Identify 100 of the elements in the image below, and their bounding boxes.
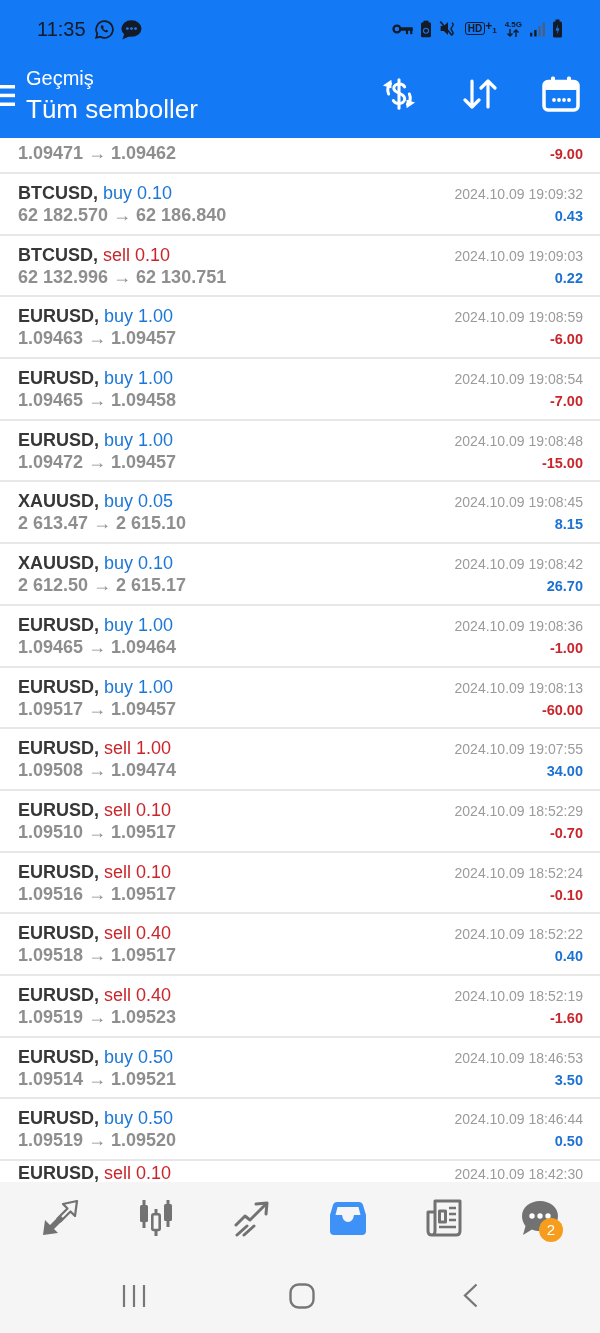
symbol-name: EURUSD, [18, 1107, 99, 1130]
deal-time: 2024.10.09 19:08:13 [454, 679, 583, 696]
key-icon [391, 23, 413, 35]
order-type: sell 1.00 [104, 737, 172, 760]
order-type: sell 0.40 [104, 922, 172, 945]
double-arrow-icon[interactable] [40, 1198, 80, 1238]
profit-value: 8.15 [554, 516, 583, 533]
deal-time: 2024.10.09 19:09:32 [454, 186, 583, 202]
message-bubble-icon [119, 18, 142, 40]
symbol-name: XAUUSD, [18, 552, 99, 575]
profit-value: -1.60 [549, 1009, 583, 1026]
deal-time: 2024.10.09 18:52:24 [454, 864, 583, 881]
order-type: buy 0.05 [104, 490, 174, 513]
deal-time: 2024.10.09 18:46:44 [454, 1111, 583, 1128]
profit-value: -1.00 [549, 639, 583, 656]
deal-time: 2024.10.09 19:08:42 [454, 556, 583, 573]
symbol-name: EURUSD, [18, 798, 99, 821]
deal-time: 2024.10.09 19:08:36 [454, 617, 583, 634]
battery-ring-icon [420, 20, 431, 38]
order-type: buy 1.00 [104, 675, 174, 698]
profit-value: -0.70 [549, 824, 583, 841]
calendar-icon[interactable] [542, 76, 580, 112]
price-range: 1.09472 → 1.09457 [18, 450, 177, 473]
order-type: buy 1.00 [104, 428, 174, 451]
profit-value: -9.00 [549, 146, 583, 162]
price-range: 1.09471 → 1.09462 [18, 142, 177, 164]
newspaper-icon[interactable] [424, 1198, 464, 1238]
back-icon[interactable] [462, 1283, 478, 1308]
deal-time: 2024.10.09 19:08:54 [454, 371, 583, 388]
hd-voice-indicator: HD [464, 22, 486, 36]
deal-time: 2024.10.09 19:08:59 [454, 309, 583, 326]
up-down-arrows-icon [506, 29, 521, 38]
dollar-arrows-icon[interactable] [380, 77, 418, 111]
symbol-name: EURUSD, [18, 922, 99, 945]
profit-value: -0.10 [549, 886, 583, 903]
profit-value: -60.00 [541, 701, 583, 718]
phone-bubble-icon [93, 18, 115, 40]
order-type: buy 0.10 [103, 182, 173, 204]
profit-value: 26.70 [546, 578, 583, 595]
deal-time: 2024.10.09 19:08:48 [454, 432, 583, 449]
symbol-name: EURUSD, [18, 613, 99, 636]
screen-subtitle: Geçmiş [26, 67, 95, 89]
price-range: 1.09465 → 1.09458 [18, 389, 177, 412]
deal-time: 2024.10.09 18:52:22 [454, 926, 583, 943]
symbol-name: EURUSD, [18, 737, 99, 760]
price-range: 62 182.570 → 62 186.840 [18, 204, 227, 226]
price-range: 1.09516 → 1.09517 [18, 882, 177, 905]
deal-time: 2024.10.09 19:09:03 [454, 247, 583, 264]
profit-value: 0.43 [554, 208, 583, 224]
notification-badge: 2 [539, 1218, 563, 1242]
symbol-name: EURUSD, [18, 675, 99, 698]
order-type: buy 1.00 [104, 305, 174, 328]
signal-icon [530, 21, 545, 37]
home-icon[interactable] [289, 1282, 315, 1309]
sort-arrows-icon[interactable] [462, 79, 498, 109]
symbol-name: EURUSD, [18, 367, 99, 390]
order-type: sell 0.10 [103, 243, 171, 266]
price-range: 1.09519 → 1.09523 [18, 1005, 177, 1028]
deal-time: 2024.10.09 18:52:29 [454, 802, 583, 819]
order-type: buy 1.00 [104, 613, 174, 636]
order-type: buy 0.50 [104, 1107, 174, 1130]
order-type: sell 0.40 [104, 983, 172, 1006]
deal-time: 2024.10.09 18:52:19 [454, 987, 583, 1004]
network-type: 4.5G [504, 20, 522, 30]
profit-value: 0.50 [554, 1133, 583, 1150]
profit-value: 34.00 [546, 763, 583, 780]
profit-value: 3.50 [554, 1071, 583, 1088]
profit-value: -15.00 [541, 454, 583, 471]
deal-time: 2024.10.09 19:07:55 [454, 741, 583, 758]
price-range: 1.09517 → 1.09457 [18, 697, 177, 720]
price-range: 1.09514 → 1.09521 [18, 1067, 177, 1090]
order-type: sell 0.10 [104, 860, 172, 883]
price-range: 2 613.47 → 2 615.10 [18, 512, 187, 535]
symbol-name: EURUSD, [18, 305, 99, 328]
order-type: buy 0.50 [104, 1045, 174, 1068]
profit-value: -7.00 [549, 393, 583, 410]
symbol-name: XAUUSD, [18, 490, 99, 513]
price-range: 62 132.996 → 62 130.751 [18, 265, 227, 288]
sim-indicator: +$_{1}$ [485, 19, 497, 38]
order-type: buy 0.10 [104, 552, 174, 575]
recent-apps-icon[interactable] [122, 1283, 146, 1308]
symbol-name: EURUSD, [18, 1162, 99, 1182]
battery-icon [553, 19, 562, 39]
symbol-name: BTCUSD, [18, 243, 98, 266]
speaker-muted-icon [438, 20, 457, 38]
menu-icon[interactable] [0, 85, 15, 106]
deal-time: 2024.10.09 18:42:30 [454, 1166, 583, 1182]
symbol-name: EURUSD, [18, 860, 99, 883]
price-range: 2 612.50 → 2 615.17 [18, 574, 187, 597]
symbol-name: BTCUSD, [18, 182, 98, 204]
price-range: 1.09508 → 1.09474 [18, 759, 177, 782]
screen-title: Tüm semboller [26, 94, 198, 124]
price-range: 1.09518 → 1.09517 [18, 944, 177, 967]
price-range: 1.09519 → 1.09520 [18, 1129, 177, 1152]
symbol-name: EURUSD, [18, 983, 99, 1006]
profit-value: 0.40 [554, 948, 583, 965]
order-type: buy 1.00 [104, 367, 174, 390]
profit-value: 0.22 [554, 269, 583, 286]
deal-time: 2024.10.09 19:08:45 [454, 494, 583, 511]
symbol-name: EURUSD, [18, 428, 99, 451]
